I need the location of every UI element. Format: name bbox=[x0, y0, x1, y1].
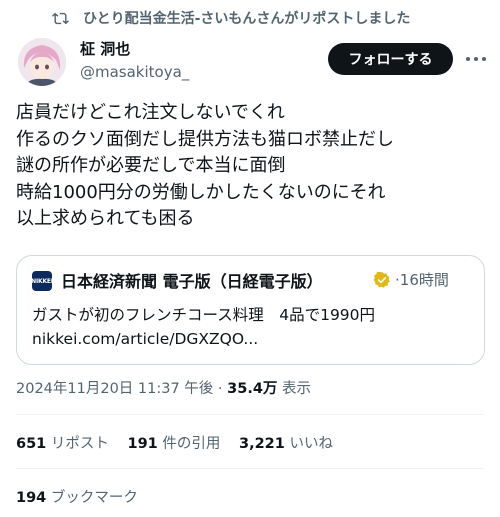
nikkei-logo: NIKKEI bbox=[31, 271, 53, 291]
tweet-timestamp[interactable]: 2024年11月20日 11:37 午後 bbox=[16, 381, 213, 397]
quote-label: 件の引用 bbox=[162, 436, 221, 452]
tweet-line: 謎の所作が必要だしで本当に面倒 bbox=[16, 155, 286, 176]
tweet-line: 作るのクソ面倒だし提供方法も猫ロボ禁止だし bbox=[16, 128, 394, 150]
tweet-meta: 2024年11月20日 11:37 午後 · 35.4万 表示 bbox=[16, 377, 311, 398]
card-title[interactable]: ガストが初のフレンチコース料理 4品で1990円 bbox=[32, 303, 375, 325]
divider bbox=[16, 414, 484, 415]
more-dot bbox=[482, 57, 486, 61]
meta-separator: · bbox=[217, 381, 223, 397]
divider bbox=[16, 468, 484, 469]
avatar[interactable] bbox=[18, 38, 66, 86]
repost-label: リポスト bbox=[50, 436, 109, 452]
author-handle[interactable]: @masakitoya_ bbox=[80, 63, 189, 81]
tweet-line: 店員だけどこれ注文しないでくれ bbox=[16, 102, 285, 123]
bookmarks-stat[interactable]: 194 ブックマーク bbox=[16, 486, 138, 507]
quote-count: 191 bbox=[127, 436, 158, 452]
like-count: 3,221 bbox=[239, 436, 285, 452]
repost-indicator[interactable]: ひとり配当金生活-さいもんさんがリポストしました bbox=[52, 8, 410, 28]
repost-count: 651 bbox=[16, 436, 47, 452]
card-time: ·16時間 bbox=[395, 269, 449, 290]
view-label: 表示 bbox=[282, 381, 312, 397]
bookmark-count: 194 bbox=[16, 490, 47, 506]
card-url[interactable]: nikkei.com/article/DGXZQO... bbox=[32, 330, 258, 348]
more-dot bbox=[474, 57, 478, 61]
likes-stat[interactable]: 3,221 いいね bbox=[239, 436, 333, 452]
tweet-text: 店員だけどこれ注文しないでくれ 作るのクソ面倒だし提供方法も猫ロボ禁止だし 謎の… bbox=[16, 100, 492, 233]
quotes-stat[interactable]: 191 件の引用 bbox=[128, 436, 221, 452]
follow-button[interactable]: フォローする bbox=[328, 43, 453, 75]
bookmark-label: ブックマーク bbox=[50, 490, 138, 506]
repost-text: ひとり配当金生活-さいもんさんがリポストしました bbox=[83, 11, 411, 27]
avatar-image bbox=[18, 38, 66, 86]
repost-icon bbox=[52, 12, 69, 24]
author-display-name[interactable]: 柾 洞也 bbox=[80, 38, 130, 59]
view-count: 35.4万 bbox=[227, 381, 278, 397]
card-time-value: 16時間 bbox=[399, 271, 449, 289]
reposts-stat[interactable]: 651 リポスト bbox=[16, 436, 109, 452]
more-options-icon[interactable] bbox=[463, 49, 489, 69]
more-dot bbox=[466, 57, 470, 61]
tweet-line: 時給1000円分の労働しかしたくないのにそれ bbox=[16, 181, 386, 203]
engagement-stats: 651 リポスト 191 件の引用 3,221 いいね bbox=[16, 432, 333, 453]
tweet-line: 以上求められても困る bbox=[16, 208, 195, 229]
verified-badge-icon bbox=[373, 271, 390, 288]
like-label: いいね bbox=[289, 436, 333, 452]
link-card[interactable]: NIKKEI 日本経済新聞 電子版（日経電子版） ·16時間 ガストが初のフレン… bbox=[16, 255, 485, 365]
card-source-name[interactable]: 日本経済新聞 電子版（日経電子版） bbox=[61, 268, 323, 292]
